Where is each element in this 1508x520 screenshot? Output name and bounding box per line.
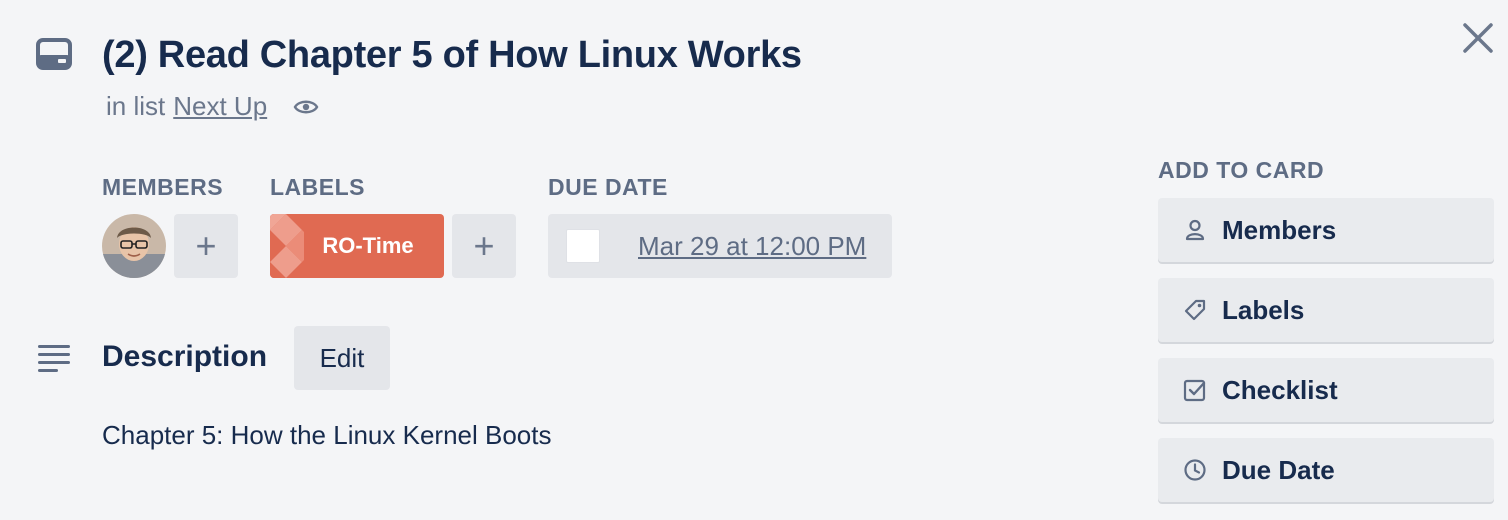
add-member-button[interactable]: + — [174, 214, 238, 278]
sidebar-checklist-label: Checklist — [1222, 374, 1338, 405]
label-ro-time[interactable]: RO-Time — [270, 214, 444, 278]
sidebar-due-date-button[interactable]: Due Date — [1158, 438, 1494, 502]
sidebar-checklist-button[interactable]: Checklist — [1158, 358, 1494, 422]
description-heading: Description — [102, 340, 268, 373]
label-text: RO-Time — [322, 233, 414, 258]
person-icon — [1185, 219, 1205, 241]
checkbox-icon — [1183, 379, 1206, 402]
add-label-button[interactable]: + — [452, 214, 516, 278]
card-list-info: in list Next Up — [106, 91, 319, 122]
sidebar-members-button[interactable]: Members — [1158, 198, 1494, 262]
eye-icon[interactable] — [293, 97, 319, 117]
label-pattern — [270, 214, 304, 278]
edit-description-button[interactable]: Edit — [294, 326, 390, 390]
card-icon — [36, 38, 72, 70]
description-text[interactable]: Chapter 5: How the Linux Kernel Boots — [102, 420, 551, 451]
tag-icon — [1184, 299, 1206, 321]
sidebar-labels-label: Labels — [1222, 294, 1305, 325]
list-link[interactable]: Next Up — [173, 91, 267, 122]
avatar-image — [102, 214, 166, 278]
clock-icon — [1184, 459, 1206, 481]
add-to-card-heading: ADD TO CARD — [1158, 157, 1325, 183]
labels-label: LABELS — [270, 174, 365, 200]
due-date-label: DUE DATE — [548, 174, 668, 200]
due-date-value[interactable]: Mar 29 at 12:00 PM — [638, 231, 866, 262]
sidebar-labels-button[interactable]: Labels — [1158, 278, 1494, 342]
in-list-prefix: in list — [106, 91, 166, 121]
members-label: MEMBERS — [102, 174, 224, 200]
sidebar-due-date-label: Due Date — [1222, 454, 1335, 485]
description-icon — [38, 345, 70, 372]
close-icon[interactable] — [1458, 18, 1498, 58]
due-complete-checkbox[interactable] — [566, 229, 600, 263]
sidebar-members-label: Members — [1222, 214, 1337, 245]
due-date-badge[interactable]: Mar 29 at 12:00 PM — [548, 214, 892, 278]
avatar[interactable] — [102, 214, 166, 278]
card-title[interactable]: (2) Read Chapter 5 of How Linux Works — [102, 34, 802, 77]
